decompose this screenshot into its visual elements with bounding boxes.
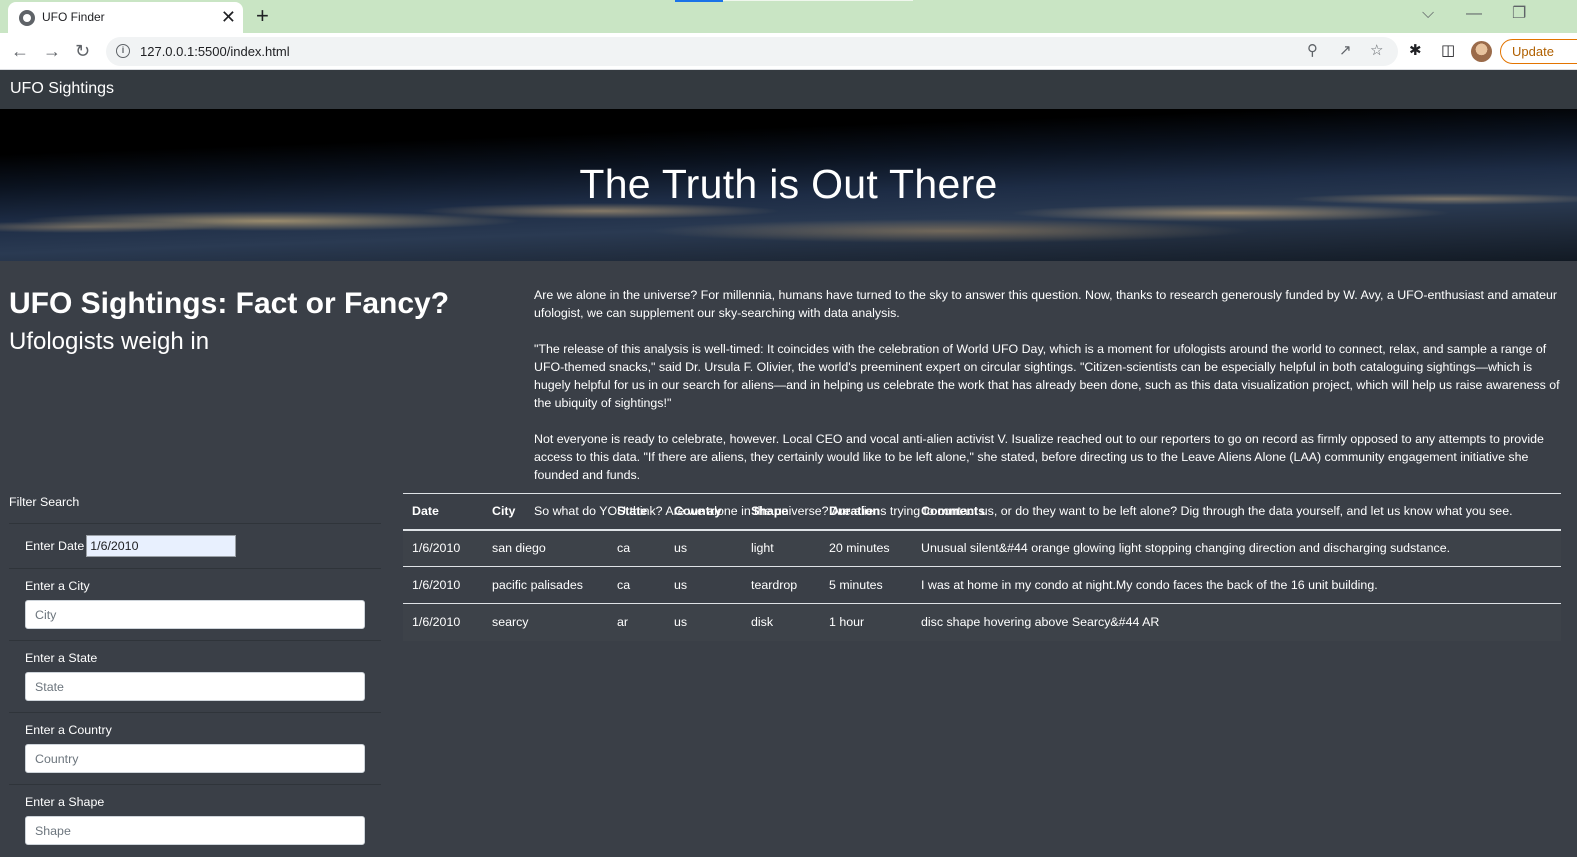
- new-tab-button[interactable]: +: [256, 3, 269, 29]
- minimize-icon[interactable]: —: [1466, 5, 1482, 23]
- city-input[interactable]: [25, 600, 365, 629]
- cell-shape: disk: [742, 603, 820, 641]
- navbar-brand[interactable]: UFO Sightings: [10, 80, 114, 98]
- country-label: Enter a Country: [25, 723, 112, 737]
- side-panel-icon[interactable]: ◫: [1441, 43, 1455, 59]
- cell-country: us: [665, 603, 742, 641]
- city-label: Enter a City: [25, 579, 90, 593]
- state-label: Enter a State: [25, 651, 98, 665]
- url-text[interactable]: 127.0.0.1:5500/index.html: [140, 44, 290, 59]
- col-shape: Shape: [742, 493, 820, 531]
- cell-city: searcy: [483, 603, 608, 641]
- article-paragraph: Are we alone in the universe? For millen…: [534, 288, 1558, 320]
- ufo-table-container: Date City State Country Shape Duration C…: [403, 493, 1561, 641]
- forward-arrow-icon[interactable]: →: [43, 41, 61, 61]
- site-navbar: UFO Sightings: [0, 70, 1577, 109]
- filter-city: Enter a City: [9, 568, 381, 640]
- tab-search-icon[interactable]: ⌵: [1422, 5, 1434, 23]
- site-info-icon[interactable]: i: [116, 44, 130, 58]
- share-icon[interactable]: ↗: [1339, 43, 1352, 59]
- page-subtitle: Ufologists weigh in: [9, 328, 210, 355]
- cell-shape: light: [742, 529, 820, 567]
- hero-banner: The Truth is Out There: [0, 109, 1577, 261]
- cell-city: san diego: [483, 529, 608, 567]
- tab-strip-divider: [723, 0, 913, 1]
- col-country: Country: [665, 493, 742, 531]
- profile-avatar[interactable]: [1471, 41, 1492, 62]
- country-input[interactable]: [25, 744, 365, 773]
- hero-title: The Truth is Out There: [579, 161, 998, 207]
- table-header-row: Date City State Country Shape Duration C…: [403, 493, 1561, 531]
- back-arrow-icon[interactable]: ←: [11, 41, 29, 61]
- address-bar[interactable]: i 127.0.0.1:5500/index.html ⚲ ↗ ☆: [106, 37, 1398, 66]
- cell-date: 1/6/2010: [403, 603, 483, 641]
- cell-duration: 1 hour: [820, 603, 912, 641]
- filter-state: Enter a State: [9, 640, 381, 712]
- browser-toolbar: ← → ↻ i 127.0.0.1:5500/index.html ⚲ ↗ ☆ …: [0, 33, 1577, 70]
- restore-icon[interactable]: ❐: [1512, 5, 1526, 23]
- cell-comments: disc shape hovering above Searcy&#44 AR: [912, 603, 1561, 641]
- article-paragraph: "The release of this analysis is well-ti…: [534, 342, 1560, 410]
- shape-label: Enter a Shape: [25, 795, 105, 809]
- cell-comments: I was at home in my condo at night.My co…: [912, 566, 1561, 604]
- close-tab-icon[interactable]: ✕: [221, 7, 236, 27]
- cell-duration: 20 minutes: [820, 529, 912, 567]
- globe-icon: [19, 10, 35, 26]
- state-input[interactable]: [25, 672, 365, 701]
- cell-duration: 5 minutes: [820, 566, 912, 604]
- cell-state: ca: [608, 529, 665, 567]
- cell-city: pacific palisades: [483, 566, 608, 604]
- col-comments: Comments: [912, 493, 1561, 531]
- browser-tab[interactable]: UFO Finder ✕: [8, 2, 243, 33]
- article-paragraph: Not everyone is ready to celebrate, howe…: [534, 432, 1544, 482]
- reload-icon[interactable]: ↻: [75, 41, 90, 61]
- table-row: 1/6/2010 san diego ca us light 20 minute…: [403, 529, 1561, 567]
- tab-title: UFO Finder: [42, 10, 105, 24]
- col-city: City: [483, 493, 608, 531]
- filter-search-title: Filter Search: [9, 495, 80, 509]
- table-row: 1/6/2010 pacific palisades ca us teardro…: [403, 566, 1561, 604]
- zoom-icon[interactable]: ⚲: [1307, 43, 1318, 59]
- extensions-icon[interactable]: ✱: [1409, 43, 1422, 59]
- col-duration: Duration: [820, 493, 912, 531]
- shape-input[interactable]: [25, 816, 365, 845]
- cell-country: us: [665, 566, 742, 604]
- table-row: 1/6/2010 searcy ar us disk 1 hour disc s…: [403, 603, 1561, 641]
- cell-country: us: [665, 529, 742, 567]
- page-content: UFO Sightings The Truth is Out There UFO…: [0, 70, 1577, 857]
- cell-state: ar: [608, 603, 665, 641]
- tab-loading-indicator: [675, 0, 723, 2]
- col-date: Date: [403, 493, 483, 531]
- browser-tab-bar: UFO Finder ✕ + ⌵ — ❐: [0, 0, 1577, 33]
- page-title: UFO Sightings: Fact or Fancy?: [9, 287, 450, 320]
- ufo-table: Date City State Country Shape Duration C…: [403, 493, 1561, 641]
- date-input[interactable]: [86, 535, 237, 557]
- cell-date: 1/6/2010: [403, 529, 483, 567]
- cell-date: 1/6/2010: [403, 566, 483, 604]
- cell-comments: Unusual silent&#44 orange glowing light …: [912, 529, 1561, 567]
- update-button[interactable]: Update: [1500, 39, 1577, 64]
- filter-date: Enter Date: [9, 523, 381, 568]
- date-label: Enter Date: [25, 539, 85, 553]
- filter-list: Enter Date Enter a City Enter a State En…: [9, 523, 381, 856]
- col-state: State: [608, 493, 665, 531]
- cell-shape: teardrop: [742, 566, 820, 604]
- cell-state: ca: [608, 566, 665, 604]
- bookmark-star-icon[interactable]: ☆: [1370, 43, 1383, 59]
- filter-shape: Enter a Shape: [9, 784, 381, 856]
- filter-country: Enter a Country: [9, 712, 381, 784]
